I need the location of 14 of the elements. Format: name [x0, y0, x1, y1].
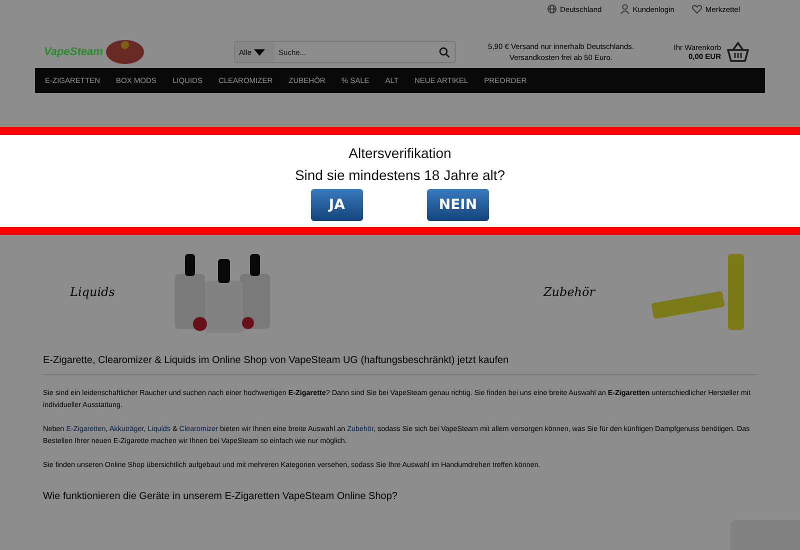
- banner-label: Liquids: [70, 284, 115, 298]
- search-icon[interactable]: [439, 46, 450, 58]
- dialog-question: Sind sie mindestens 18 Jahre alt?: [294, 167, 506, 183]
- section-heading: E-Zigarette, Clearomizer & Liquids im Online Shop von VapeSteam UG (haftungsbeschränkt) jetzt kaufen: [43, 355, 757, 375]
- basket-icon[interactable]: [727, 42, 749, 62]
- heart-icon: [692, 4, 702, 14]
- globe-icon: [546, 4, 557, 14]
- answer-button[interactable]: JA: [310, 189, 363, 221]
- section-subheading: Wie funktionieren die Geräte in unserem E-Zigaretten VapeSteam Online Shop?: [43, 491, 398, 502]
- banner-label: Zubehör: [543, 284, 595, 298]
- user-icon: [620, 4, 630, 14]
- caret-icon: [254, 46, 265, 58]
- answer-button[interactable]: NEIN: [426, 189, 490, 221]
- dialog-title: Altersverifikation: [348, 145, 452, 161]
